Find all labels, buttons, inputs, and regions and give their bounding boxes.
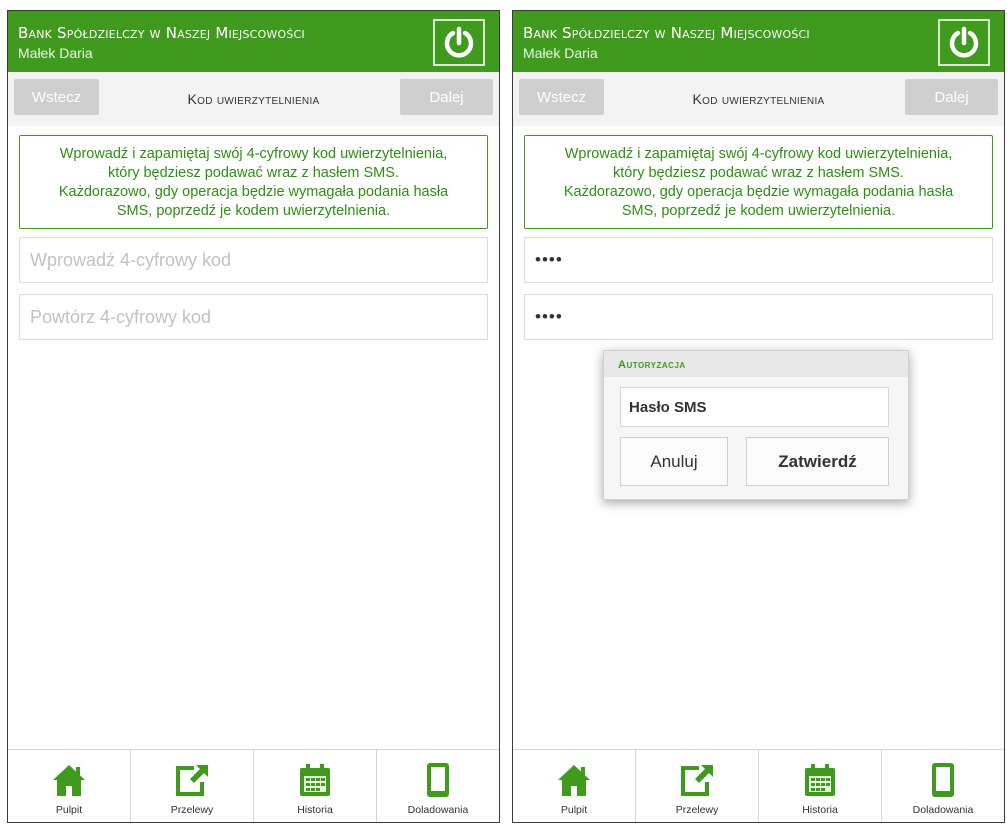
user-name: Małek Daria [523, 45, 598, 61]
tab-przelewy[interactable]: Przelewy [131, 750, 254, 822]
tab-label: Historia [802, 804, 838, 816]
tab-label: Przelewy [170, 804, 214, 816]
bank-name: Bank Spółdzielczy w Naszej Miejscowości [523, 24, 810, 42]
dialog-title: Autoryzacja [604, 351, 908, 377]
info-line: Wprowadź i zapamiętaj swój 4-cyfrowy kod… [59, 146, 448, 162]
logout-button[interactable] [433, 19, 485, 66]
calendar-icon [805, 764, 835, 796]
phone-icon [932, 763, 954, 797]
cancel-button[interactable]: Anuluj [620, 437, 728, 486]
user-name: Małek Daria [18, 45, 93, 61]
toolbar: Wstecz Kod uwierzytelnienia Dalej [513, 72, 1004, 126]
tab-pulpit[interactable]: Pulpit [513, 750, 636, 822]
logout-button[interactable] [938, 19, 990, 66]
info-line: który będziesz podawać wraz z hasłem SMS… [108, 165, 399, 181]
sms-password-input[interactable] [620, 387, 889, 427]
code-input[interactable] [524, 237, 993, 283]
info-message: Wprowadź i zapamiętaj swój 4-cyfrowy kod… [524, 135, 993, 229]
confirm-button[interactable]: Zatwierdź [746, 437, 889, 486]
info-line: SMS, poprzedź je kodem uwierzytelnienia. [621, 203, 896, 219]
info-line: Każdorazowo, gdy operacja będzie wymagał… [58, 184, 449, 200]
app-header: Bank Spółdzielczy w Naszej Miejscowości … [8, 11, 499, 72]
info-line: SMS, poprzedź je kodem uwierzytelnienia. [116, 203, 391, 219]
calendar-icon [300, 764, 330, 796]
toolbar: Wstecz Kod uwierzytelnienia Dalej [8, 72, 499, 126]
repeat-code-input[interactable] [524, 294, 993, 340]
tab-przelewy[interactable]: Przelewy [636, 750, 759, 822]
bank-name: Bank Spółdzielczy w Naszej Miejscowości [18, 24, 305, 42]
transfer-icon [681, 765, 713, 796]
bottom-tab-bar: Pulpit Przelewy Historia Doladowania [8, 749, 499, 822]
tab-label: Pulpit [55, 804, 83, 816]
info-line: Każdorazowo, gdy operacja będzie wymagał… [563, 184, 954, 200]
phone-icon [427, 763, 449, 797]
repeat-code-input[interactable] [19, 294, 488, 340]
tab-label: Historia [297, 804, 333, 816]
next-button[interactable]: Dalej [400, 79, 493, 115]
power-icon [444, 26, 474, 58]
tab-doladowania[interactable]: Doladowania [882, 750, 1004, 822]
tab-doladowania[interactable]: Doladowania [377, 750, 499, 822]
info-message: Wprowadź i zapamiętaj swój 4-cyfrowy kod… [19, 135, 488, 229]
tab-historia[interactable]: Historia [254, 750, 377, 822]
tab-label: Przelewy [675, 804, 719, 816]
tab-label: Doladowania [407, 804, 469, 816]
screen-code-entry: Bank Spółdzielczy w Naszej Miejscowości … [7, 10, 500, 823]
screen-authorization: Bank Spółdzielczy w Naszej Miejscowości … [512, 10, 1005, 823]
home-icon [53, 765, 85, 796]
info-line: który będziesz podawać wraz z hasłem SMS… [613, 165, 904, 181]
tab-label: Pulpit [560, 804, 588, 816]
tab-pulpit[interactable]: Pulpit [8, 750, 131, 822]
app-header: Bank Spółdzielczy w Naszej Miejscowości … [513, 11, 1004, 72]
bottom-tab-bar: Pulpit Przelewy Historia Doladowania [513, 749, 1004, 822]
power-icon [949, 26, 979, 58]
transfer-icon [176, 765, 208, 796]
home-icon [558, 765, 590, 796]
next-button[interactable]: Dalej [905, 79, 998, 115]
authorization-dialog: Autoryzacja Anuluj Zatwierdź [603, 350, 909, 500]
tab-historia[interactable]: Historia [759, 750, 882, 822]
code-input[interactable] [19, 237, 488, 283]
info-line: Wprowadź i zapamiętaj swój 4-cyfrowy kod… [564, 146, 953, 162]
tab-label: Doladowania [912, 804, 974, 816]
